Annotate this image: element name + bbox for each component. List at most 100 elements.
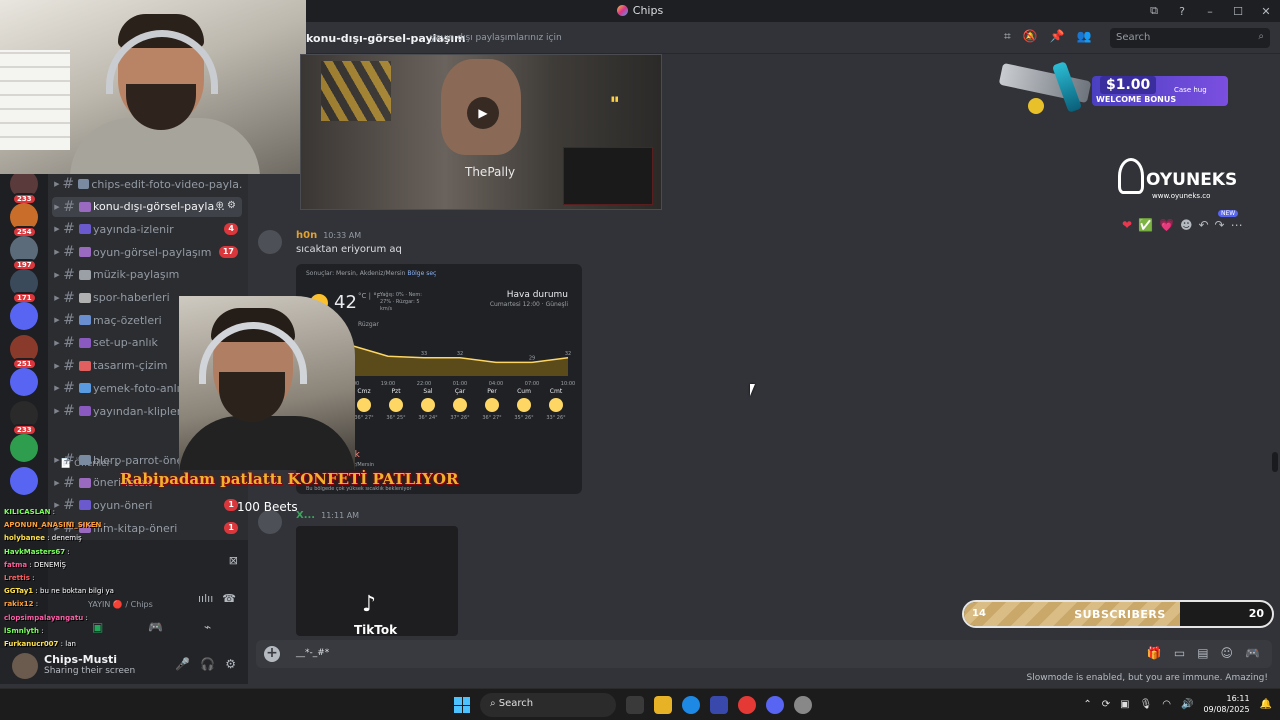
emoji-icon[interactable]: ☺ — [1221, 646, 1234, 660]
minimize-button[interactable]: – — [1196, 5, 1224, 18]
day-name: Pzt — [391, 388, 401, 395]
scrollbar-thumb[interactable] — [1272, 452, 1278, 472]
sticker-icon[interactable]: ▤ — [1197, 646, 1208, 660]
weather-day: Cum 35° 26° — [510, 388, 538, 421]
message-text: sıcaktan eriyorum aq — [296, 244, 402, 255]
pink-heart-reaction-icon[interactable]: 💗 — [1159, 218, 1174, 232]
coin-image — [1028, 98, 1044, 114]
channel-label: set-up-anlık — [93, 336, 158, 350]
add-reaction-icon[interactable]: ☻ — [1180, 218, 1193, 232]
server-icon[interactable]: 254 — [10, 203, 38, 238]
hash-icon: # — [63, 334, 75, 351]
gif-icon[interactable]: ▭ — [1174, 646, 1185, 660]
mention-badge: 17 — [218, 246, 238, 259]
server-icon[interactable] — [10, 434, 38, 462]
discord-taskbar-icon[interactable] — [766, 696, 784, 714]
channel-label: müzik-paylaşım — [93, 268, 180, 282]
check-reaction-icon[interactable]: ✅ — [1138, 218, 1153, 232]
chat-message: bu ne boktan bilgi ya — [40, 587, 114, 596]
gift-icon[interactable]: 🎁 — [1147, 646, 1162, 660]
store-icon[interactable] — [710, 696, 728, 714]
hash-icon: # — [63, 474, 75, 491]
channel-topic[interactable]: yayın dışı paylaşımlarınız için — [430, 33, 562, 43]
task-view-icon[interactable] — [626, 696, 644, 714]
notification-bell-icon[interactable]: 🔕 — [1023, 29, 1038, 44]
channel-emoji-icon — [79, 360, 91, 371]
start-button[interactable] — [454, 697, 470, 713]
invite-icon[interactable]: ⊕ — [215, 200, 227, 211]
server-icon[interactable] — [10, 368, 38, 396]
chat-user: lSmnlyth — [4, 626, 40, 635]
video-embed[interactable]: ▮▮ ▶ ThePally — [300, 54, 662, 210]
weather-tab: Rüzgar — [358, 321, 379, 328]
channel-item[interactable]: ▶ # yayında-izlenir 4 — [52, 219, 242, 239]
edge-icon[interactable] — [682, 696, 700, 714]
file-explorer-icon[interactable] — [654, 696, 672, 714]
weather-day: Per 36° 27° — [478, 388, 506, 421]
composer-input[interactable]: __*-_#* — [296, 648, 329, 658]
notification-icon[interactable]: 🔔 — [1260, 699, 1272, 710]
day-sun-icon — [389, 398, 403, 412]
channel-label: konu-dışı-görsel-payla... — [93, 200, 225, 214]
threads-icon[interactable]: ⌗ — [1004, 29, 1011, 44]
server-icon[interactable]: 197 — [10, 236, 38, 271]
message-author[interactable]: h0n — [296, 230, 317, 241]
system-clock[interactable]: 16:11 09/08/2025 — [1203, 693, 1249, 715]
apps-icon[interactable]: 🎮 — [1245, 646, 1260, 660]
inbox-icon[interactable]: ⧉ — [1140, 4, 1168, 18]
bonus-text: WELCOME BONUS — [1096, 95, 1177, 104]
weather-location-link: Bölge seç — [407, 270, 437, 277]
channel-item[interactable]: ▶ # oyun-görsel-paylaşım 17 — [52, 242, 242, 262]
caret-icon: ▶ — [54, 225, 60, 234]
channel-item[interactable]: ▶ # konu-dışı-görsel-payla... ⊕ ⚙ — [52, 196, 242, 217]
weather-day: Çar 37° 26° — [446, 388, 474, 421]
server-icon[interactable]: 233 — [10, 170, 38, 205]
server-icon[interactable] — [10, 302, 38, 330]
reply-icon[interactable]: ↶ — [1198, 218, 1208, 232]
avatar[interactable] — [258, 230, 282, 254]
channel-settings-icon[interactable]: ⚙ — [227, 200, 236, 211]
close-button[interactable]: ✕ — [1252, 5, 1280, 18]
channel-item[interactable]: ▶ # müzik-paylaşım — [52, 265, 242, 285]
tiktok-label: TikTok — [354, 623, 398, 637]
tray-sync-icon[interactable]: ⟳ — [1102, 699, 1110, 710]
tray-app-icon[interactable]: ▣ — [1120, 699, 1129, 710]
tiktok-embed[interactable]: ♪ TikTok — [296, 526, 458, 637]
channel-item[interactable]: ▶ # chips-edit-foto-video-payla... — [52, 174, 242, 194]
add-attachment-icon[interactable]: + — [264, 646, 280, 662]
message-composer[interactable]: + __*-_#* 🎁 ▭ ▤ ☺ 🎮 — [256, 640, 1272, 668]
caret-icon: ▶ — [54, 180, 60, 188]
chrome-icon[interactable] — [738, 696, 756, 714]
volume-icon[interactable]: 🔊 — [1181, 699, 1193, 710]
wifi-icon[interactable]: ◠ — [1162, 699, 1171, 710]
chat-user: HavkMasters67 — [4, 547, 66, 556]
tray-mic-icon[interactable]: 🎙 — [1140, 699, 1153, 710]
server-icon[interactable]: 233 — [10, 401, 38, 436]
server-icon[interactable]: 251 — [10, 335, 38, 370]
server-icon[interactable] — [10, 467, 38, 495]
more-icon[interactable]: ⋯ — [1231, 218, 1243, 232]
app-icon[interactable] — [794, 696, 812, 714]
day-sun-icon — [357, 398, 371, 412]
channel-label: yayından-klipler — [93, 404, 182, 418]
pin-icon[interactable]: 📌 — [1050, 29, 1065, 44]
weather-day: Sal 36° 24° — [414, 388, 442, 421]
server-icon[interactable]: 171 — [10, 269, 38, 304]
bonus-amount: $1.00 — [1100, 76, 1157, 94]
heart-reaction-icon[interactable]: ❤ — [1122, 218, 1132, 232]
maximize-button[interactable]: ☐ — [1224, 5, 1252, 18]
message-author[interactable]: X... — [296, 510, 315, 521]
taskbar-search[interactable]: ⌕ Search — [480, 693, 616, 717]
weather-days: Cmz 36° 27° Pzt 36° 25° Sal 36° 24° Çar 37° 26°… — [350, 388, 570, 421]
window-controls: ⧉ ? – ☐ ✕ — [1140, 0, 1280, 22]
day-temps: 36° 24° — [418, 415, 438, 421]
play-icon[interactable]: ▶ — [467, 97, 499, 129]
caret-icon: ▶ — [54, 270, 60, 279]
search-input[interactable]: Search ⌕ — [1110, 28, 1270, 48]
members-icon[interactable]: 👥 — [1077, 29, 1092, 44]
channel-emoji-icon — [77, 179, 90, 189]
channel-label: tasarım-çizim — [93, 359, 168, 373]
help-icon[interactable]: ? — [1168, 5, 1196, 18]
forward-icon[interactable]: ↷ — [1215, 218, 1225, 232]
tray-chevron-icon[interactable]: ⌃ — [1083, 699, 1091, 710]
